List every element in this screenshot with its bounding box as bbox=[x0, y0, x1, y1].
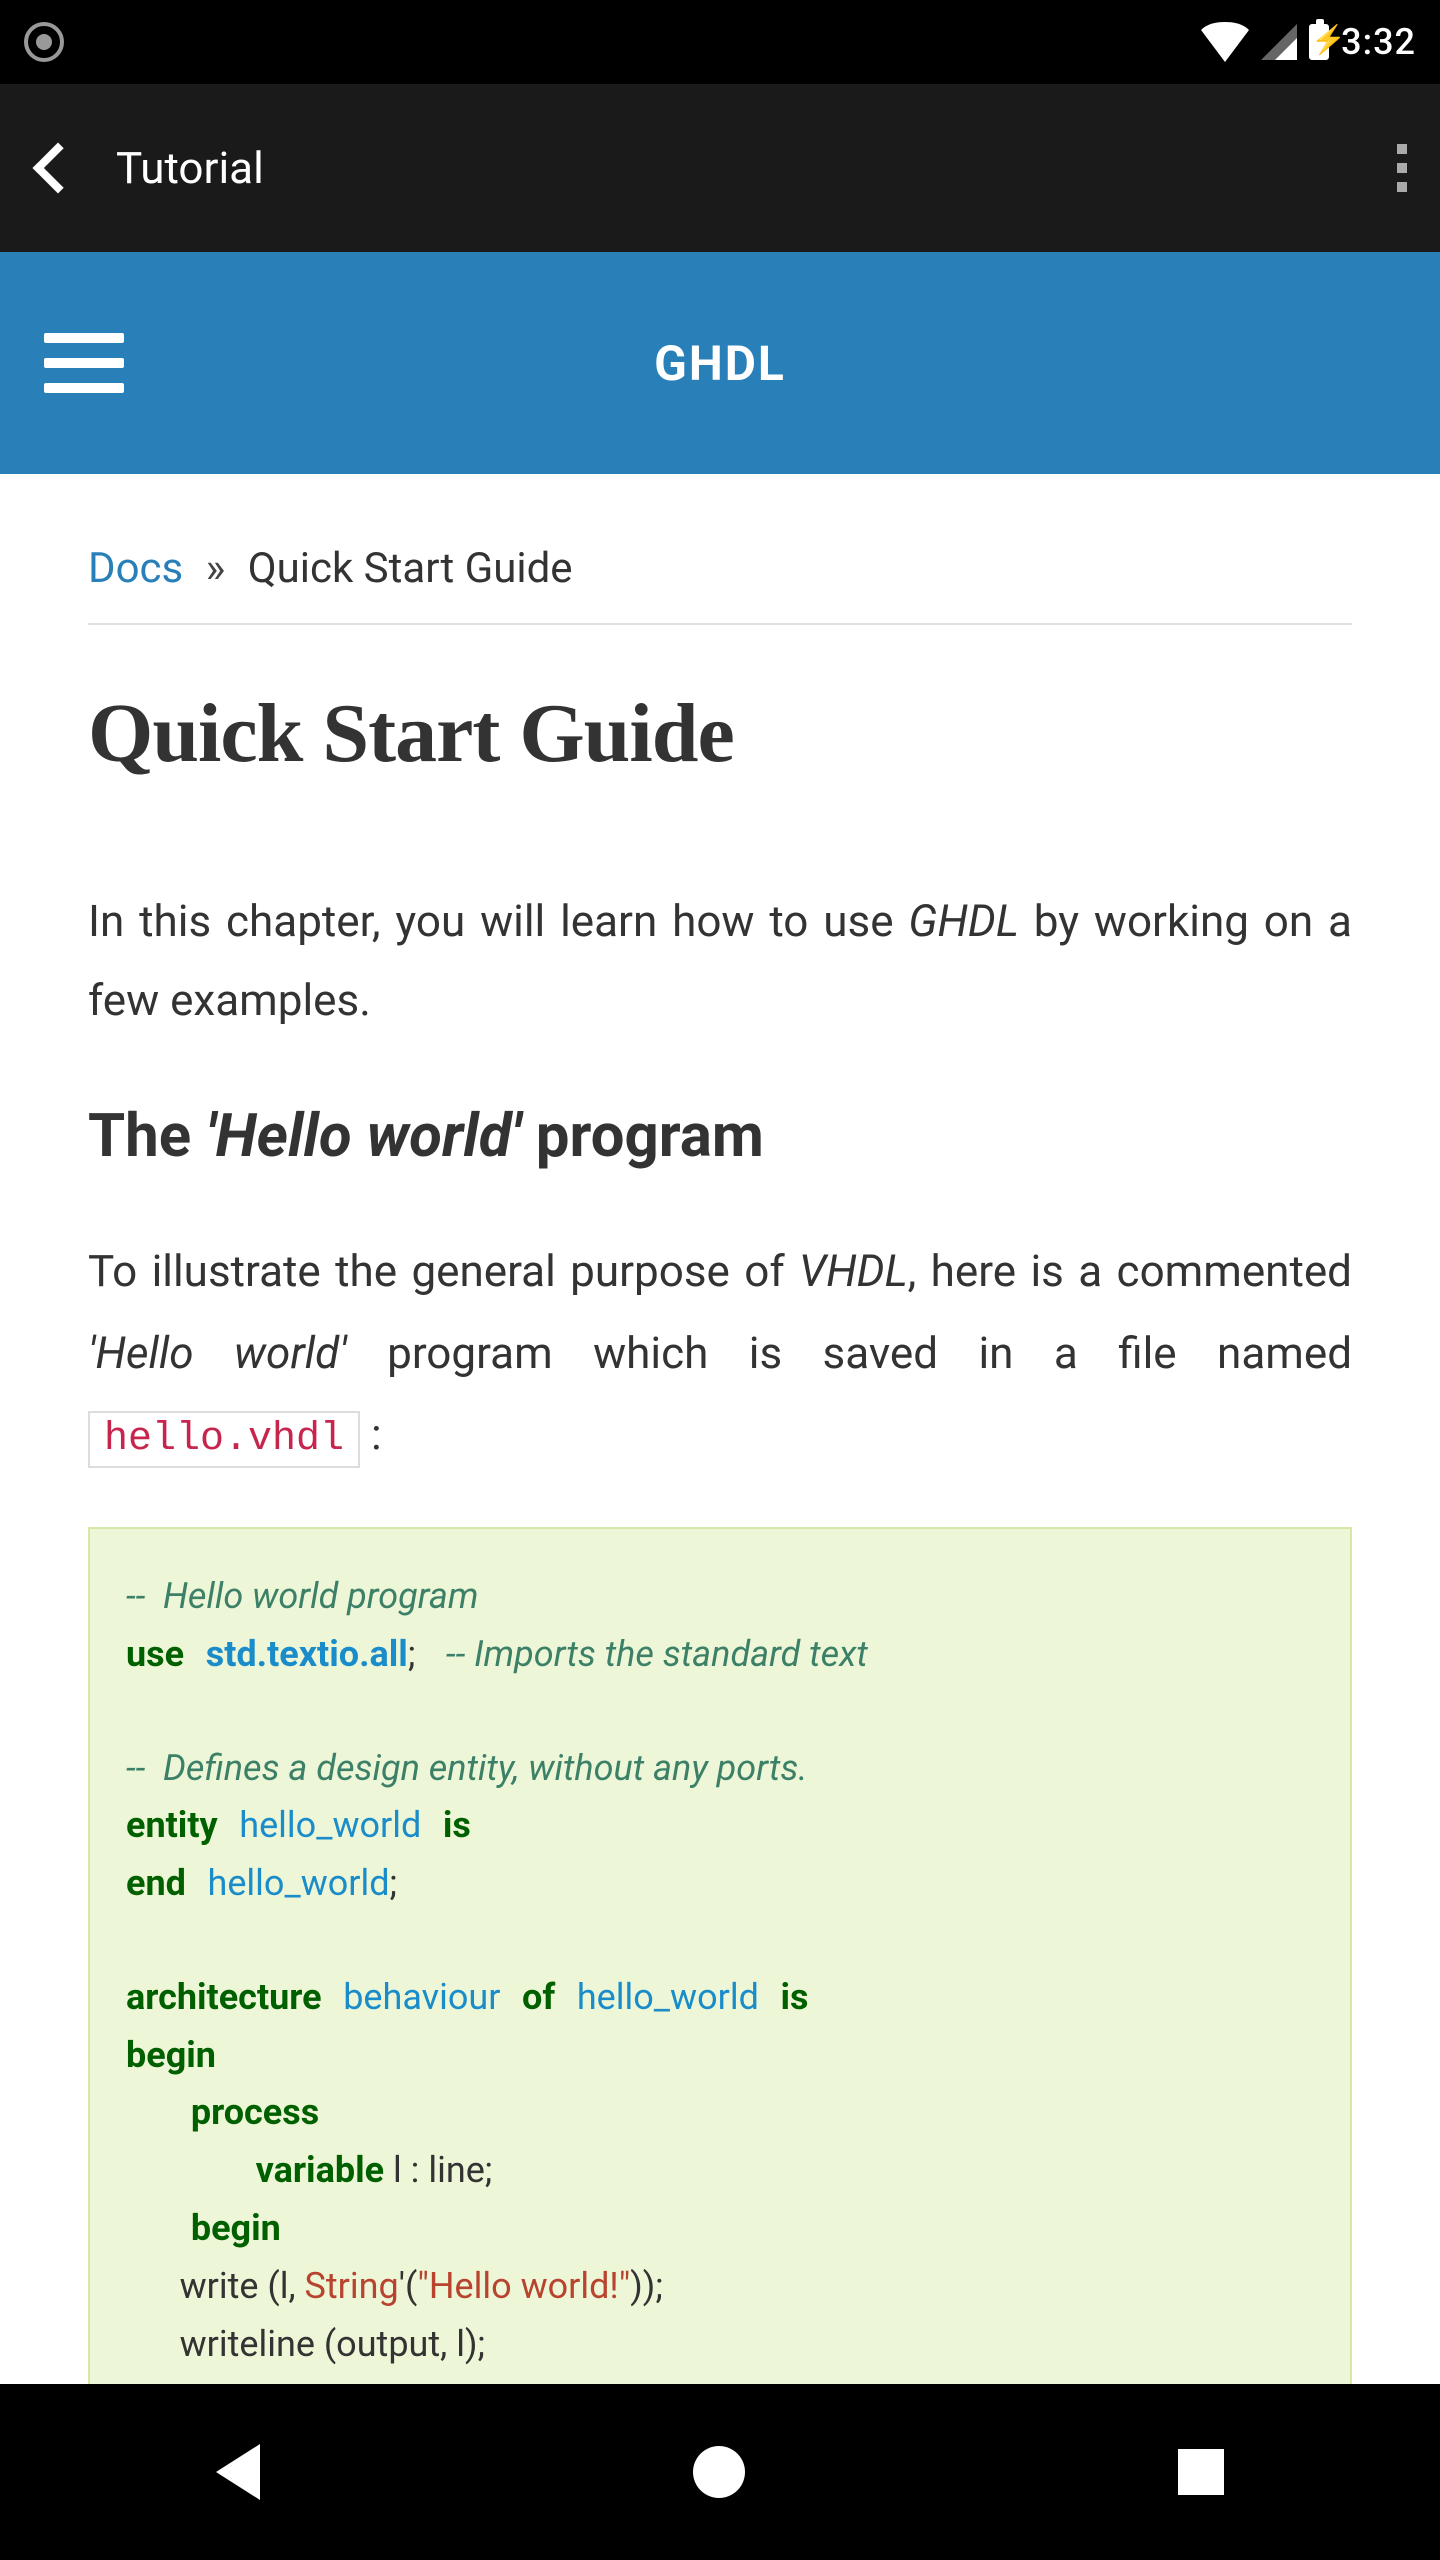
breadcrumb-link-docs[interactable]: Docs bbox=[88, 544, 183, 593]
doc-header: GHDL bbox=[0, 252, 1440, 474]
nav-home-button[interactable] bbox=[693, 2446, 745, 2498]
toolbar-left: Tutorial bbox=[32, 140, 264, 196]
breadcrumb: Docs » Quick Start Guide bbox=[88, 474, 1352, 625]
breadcrumb-current: Quick Start Guide bbox=[248, 544, 573, 593]
code-block: -- Hello world program use std.textio.al… bbox=[88, 1527, 1352, 2384]
recording-indicator-icon bbox=[24, 22, 64, 62]
overflow-menu-button[interactable] bbox=[1396, 140, 1408, 196]
system-navigation-bar bbox=[0, 2384, 1440, 2560]
back-button[interactable] bbox=[32, 140, 68, 196]
nav-back-button[interactable] bbox=[216, 2444, 260, 2500]
hamburger-menu-button[interactable] bbox=[44, 333, 124, 393]
toolbar-title: Tutorial bbox=[116, 142, 264, 194]
section-paragraph: To illustrate the general purpose of VHD… bbox=[88, 1231, 1352, 1477]
status-bar: 3:32 bbox=[0, 0, 1440, 84]
clock: 3:32 bbox=[1341, 21, 1416, 63]
nav-recent-button[interactable] bbox=[1178, 2449, 1224, 2495]
status-left bbox=[24, 22, 64, 62]
doc-title: GHDL bbox=[654, 335, 786, 392]
inline-code-filename: hello.vhdl bbox=[88, 1411, 360, 1468]
battery-charging-icon bbox=[1309, 24, 1329, 60]
wifi-icon bbox=[1201, 22, 1249, 62]
app-toolbar: Tutorial bbox=[0, 84, 1440, 252]
breadcrumb-separator: » bbox=[206, 544, 226, 593]
section-heading-hello-world: The 'Hello world' program bbox=[88, 1100, 1352, 1171]
intro-paragraph: In this chapter, you will learn how to u… bbox=[88, 882, 1352, 1040]
page-title: Quick Start Guide bbox=[88, 685, 1352, 782]
doc-content[interactable]: Docs » Quick Start Guide Quick Start Gui… bbox=[0, 474, 1440, 2384]
status-right: 3:32 bbox=[1201, 21, 1416, 63]
signal-icon bbox=[1261, 24, 1297, 60]
